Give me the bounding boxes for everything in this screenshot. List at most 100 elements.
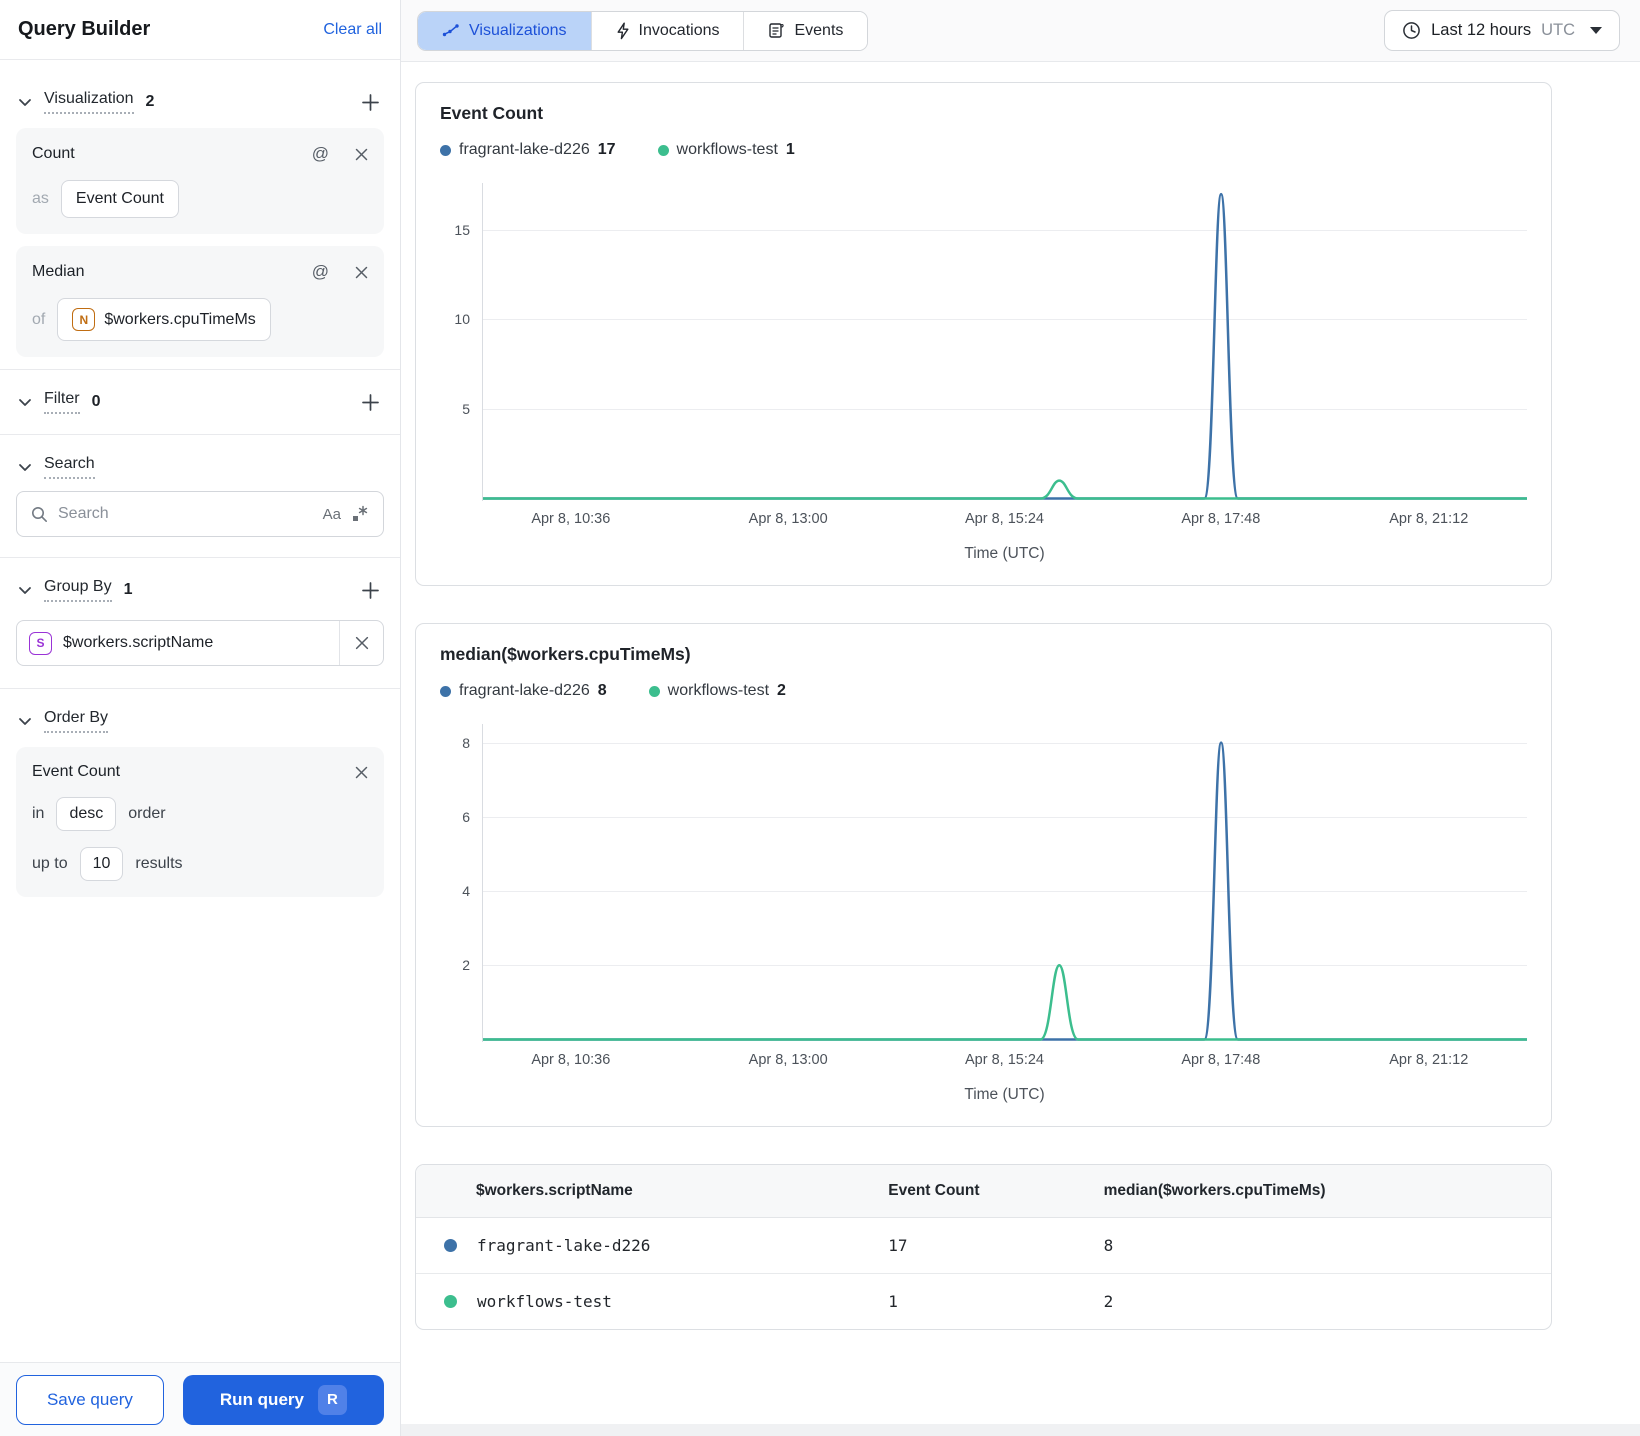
main-header: Visualizations Invocations Events Last 1… bbox=[401, 0, 1640, 62]
plus-icon bbox=[362, 581, 379, 599]
x-axis-title: Time (UTC) bbox=[964, 1086, 1045, 1103]
bottom-strip bbox=[401, 1424, 1640, 1436]
x-tick-label: Apr 8, 13:00 bbox=[748, 511, 828, 527]
median-card-title: Median bbox=[32, 263, 85, 280]
time-range-select[interactable]: Last 12 hours UTC bbox=[1384, 10, 1620, 51]
view-tab-group: Visualizations Invocations Events bbox=[417, 10, 869, 51]
x-tick-label: Apr 8, 10:36 bbox=[531, 1052, 611, 1068]
legend-item[interactable]: workflows-test 1 bbox=[657, 141, 795, 159]
legend-item[interactable]: fragrant-lake-d226 8 bbox=[440, 682, 607, 700]
value-cell: 1 bbox=[888, 1292, 898, 1311]
main-content: Visualizations Invocations Events Last 1… bbox=[401, 0, 1640, 1436]
remove-count-button[interactable] bbox=[355, 148, 368, 161]
add-filter-button[interactable] bbox=[359, 391, 382, 414]
remove-median-button[interactable] bbox=[355, 266, 368, 279]
time-range-label: Last 12 hours bbox=[1431, 21, 1532, 39]
tab-events[interactable]: Events bbox=[744, 11, 868, 50]
chevron-down-icon[interactable] bbox=[18, 463, 32, 472]
search-input[interactable] bbox=[58, 505, 313, 523]
results-label: results bbox=[135, 855, 183, 872]
tab-visualizations[interactable]: Visualizations bbox=[418, 11, 592, 50]
as-label: as bbox=[32, 190, 49, 207]
chart-plot-area[interactable] bbox=[482, 183, 1527, 501]
table-row: fragrant-lake-d226 17 8 bbox=[416, 1217, 1551, 1274]
legend-series-value: 1 bbox=[785, 141, 795, 158]
script-name-cell: fragrant-lake-d226 bbox=[416, 1217, 877, 1274]
value-cell: 17 bbox=[876, 1217, 1092, 1274]
search-icon bbox=[31, 506, 48, 523]
median-field-name: $workers.cpuTimeMs bbox=[104, 310, 256, 328]
chart-line-icon bbox=[442, 23, 459, 36]
legend-dot-icon bbox=[657, 144, 669, 156]
visualization-count: 2 bbox=[145, 93, 155, 110]
regex-icon[interactable] bbox=[351, 505, 369, 523]
table-column-header: $workers.scriptName bbox=[416, 1165, 877, 1218]
x-tick-label: Apr 8, 10:36 bbox=[531, 511, 611, 527]
chevron-down-icon[interactable] bbox=[18, 717, 32, 726]
chevron-down-icon[interactable] bbox=[18, 586, 32, 595]
order-by-section-header: Order By bbox=[16, 689, 384, 747]
order-by-field: Event Count bbox=[32, 763, 121, 780]
remove-group-by-button[interactable] bbox=[339, 621, 383, 665]
chevron-down-icon[interactable] bbox=[18, 398, 32, 407]
count-alias-button[interactable]: @ bbox=[312, 144, 329, 164]
event-count-chart-panel: Event Count fragrant-lake-d226 17 workflow… bbox=[415, 82, 1552, 586]
search-box: Aa bbox=[16, 491, 384, 537]
run-query-label: Run query bbox=[219, 1389, 304, 1409]
median-alias-button[interactable]: @ bbox=[312, 262, 329, 282]
tab-invocations-label: Invocations bbox=[638, 21, 720, 39]
add-group-by-button[interactable] bbox=[359, 579, 382, 602]
match-case-icon[interactable]: Aa bbox=[323, 506, 341, 523]
y-axis: 2 4 6 8 bbox=[440, 724, 482, 1042]
legend-item[interactable]: workflows-test 2 bbox=[648, 682, 786, 700]
legend-series-name: workflows-test bbox=[676, 141, 778, 158]
series-line bbox=[483, 194, 1527, 498]
value-cell: 2 bbox=[1103, 1292, 1114, 1311]
string-type-icon: S bbox=[29, 631, 52, 655]
group-by-field-name: $workers.scriptName bbox=[63, 634, 214, 651]
x-tick-label: Apr 8, 17:48 bbox=[1181, 511, 1261, 527]
order-by-card: Event Count in desc order up to 10 resul… bbox=[16, 747, 384, 897]
time-range-timezone: UTC bbox=[1541, 21, 1575, 39]
remove-order-by-button[interactable] bbox=[355, 766, 368, 779]
page-title: Query Builder bbox=[18, 18, 151, 40]
document-icon bbox=[769, 23, 785, 38]
count-alias-chip[interactable]: Event Count bbox=[60, 180, 179, 218]
chart-title: median($workers.cpuTimeMs) bbox=[440, 644, 691, 664]
median-visualization-card: Median @ of N $workers.cpuTimeMs bbox=[16, 246, 384, 357]
run-query-button[interactable]: Run query R bbox=[182, 1374, 384, 1425]
legend-item[interactable]: fragrant-lake-d226 17 bbox=[440, 141, 616, 159]
chart-plot-area[interactable] bbox=[482, 724, 1527, 1042]
x-axis-ticks: Apr 8, 10:36 Apr 8, 13:00 Apr 8, 15:24 Apr … bbox=[482, 1048, 1527, 1072]
query-builder-sidebar: Query Builder Clear all Visualization 2 … bbox=[0, 0, 401, 1436]
count-visualization-card: Count @ as Event Count bbox=[16, 128, 384, 234]
y-tick-label: 8 bbox=[462, 734, 470, 751]
series-line bbox=[483, 965, 1527, 1039]
group-by-section-label: Group By bbox=[44, 578, 112, 602]
save-query-button[interactable]: Save query bbox=[16, 1374, 164, 1425]
legend-dot-icon bbox=[440, 685, 451, 697]
sort-direction-chip[interactable]: desc bbox=[56, 797, 117, 831]
group-by-field-chip[interactable]: S $workers.scriptName bbox=[16, 620, 384, 666]
legend-series-value: 8 bbox=[597, 682, 607, 699]
table-header-row: $workers.scriptName Event Count median($wo… bbox=[416, 1165, 1551, 1218]
y-tick-label: 2 bbox=[462, 957, 470, 974]
x-axis-ticks: Apr 8, 10:36 Apr 8, 13:00 Apr 8, 15:24 Apr … bbox=[482, 507, 1527, 531]
main-body: Event Count fragrant-lake-d226 17 workflow… bbox=[401, 62, 1640, 1330]
legend-series-name: fragrant-lake-d226 bbox=[459, 141, 590, 158]
add-visualization-button[interactable] bbox=[359, 91, 382, 114]
tab-invocations[interactable]: Invocations bbox=[591, 11, 745, 50]
result-limit-chip[interactable]: 10 bbox=[79, 847, 124, 881]
close-icon bbox=[355, 766, 368, 778]
legend-series-name: fragrant-lake-d226 bbox=[459, 682, 590, 699]
filter-count: 0 bbox=[91, 393, 101, 410]
sidebar-body: Visualization 2 Count @ as Event Count M… bbox=[0, 60, 400, 897]
chevron-down-icon[interactable] bbox=[18, 98, 32, 107]
clear-all-button[interactable]: Clear all bbox=[323, 21, 382, 39]
value-cell: 8 bbox=[1091, 1217, 1551, 1274]
visualization-section-label: Visualization bbox=[44, 90, 134, 114]
median-cputime-chart-panel: median($workers.cpuTimeMs) fragrant-lake… bbox=[415, 623, 1552, 1127]
median-field-chip[interactable]: N $workers.cpuTimeMs bbox=[57, 298, 271, 341]
y-tick-label: 10 bbox=[454, 311, 470, 328]
at-icon: @ bbox=[311, 144, 329, 163]
